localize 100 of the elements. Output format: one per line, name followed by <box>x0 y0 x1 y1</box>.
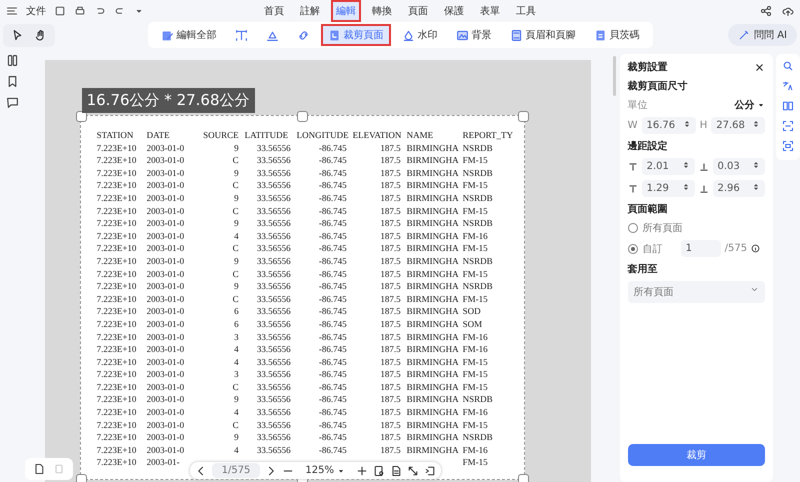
margin-field[interactable]: 2.01 <box>642 158 694 175</box>
bookmark-icon[interactable] <box>6 75 19 88</box>
table-cell-text: 187.5 <box>380 318 402 330</box>
field-label: H <box>700 120 708 131</box>
table-cell: BIRMINGHA <box>406 356 459 368</box>
table-cell: BIRMINGHA <box>406 242 459 255</box>
radio-option[interactable]: 所有頁面 <box>628 221 683 235</box>
width-field[interactable]: 16.76 <box>642 117 696 134</box>
table-cell-text: 9 <box>234 431 240 444</box>
toolbar-button[interactable]: 背景 <box>448 24 498 46</box>
table-cell: FM-16 <box>462 444 488 456</box>
cloud-upload-icon[interactable] <box>782 5 794 17</box>
menu-tab[interactable]: 表單 <box>475 0 505 22</box>
file-menu[interactable]: 文件 <box>26 4 46 18</box>
table-cell: NSRDB <box>462 217 493 230</box>
table-cell-text: 33.56556 <box>256 192 292 205</box>
table-cell: 7.223E+10 <box>96 142 136 154</box>
table-cell-text: 33.56556 <box>256 380 292 394</box>
header-footer-icon <box>510 28 522 42</box>
search-icon[interactable] <box>782 60 794 72</box>
table-cell: FM-15 <box>462 356 488 368</box>
table-cell: 7.223E+10 <box>96 393 136 406</box>
comment-icon[interactable] <box>6 96 19 109</box>
toolbar-button[interactable]: 頁眉和頁腳 <box>502 24 582 46</box>
menu-tab[interactable]: 註解 <box>295 0 325 22</box>
table-cell-text: 33.56556 <box>256 330 292 344</box>
table-cell-text: 3 <box>234 330 240 344</box>
table-cell: BIRMINGHA <box>406 230 459 242</box>
cursor-icon[interactable] <box>11 28 24 42</box>
table-cell-text: 9 <box>234 393 240 406</box>
ocr-icon[interactable] <box>782 140 794 152</box>
menu-tab[interactable]: 保護 <box>439 0 469 22</box>
table-cell-text: -86.745 <box>318 230 348 242</box>
margin-field[interactable]: 1.29 <box>642 180 694 197</box>
page-input-field[interactable]: 1 <box>680 240 721 257</box>
crop-button[interactable]: 裁剪 <box>628 444 766 466</box>
fullscreen-icon[interactable] <box>407 464 420 476</box>
table-cell-text: 9 <box>234 142 240 154</box>
menu-tab[interactable]: 轉換 <box>367 0 397 22</box>
table-cell-text: 33.56556 <box>256 154 292 167</box>
radio-option[interactable]: 自訂 <box>628 242 663 256</box>
table-cell-text: -86.745 <box>318 406 348 419</box>
table-cell-text: 187.5 <box>380 406 402 419</box>
toolbar-button[interactable]: 編輯全部 <box>154 24 224 46</box>
table-cell: BIRMINGHA <box>406 380 459 394</box>
toolbar-button[interactable]: 裁剪頁面 <box>320 24 390 46</box>
table-cell-text: 187.5 <box>380 204 402 218</box>
table-cell: 7.223E+10 <box>96 166 136 180</box>
zoom-dropdown[interactable]: 125% <box>299 464 352 477</box>
print-icon[interactable] <box>74 5 86 17</box>
table-cell-text: 4 <box>234 230 240 242</box>
save-icon[interactable] <box>54 5 66 17</box>
resize-handle[interactable] <box>296 111 308 122</box>
menu-tab[interactable]: 頁面 <box>403 0 433 22</box>
resize-handle[interactable] <box>76 474 87 482</box>
menu-icon[interactable] <box>6 5 18 17</box>
table-cell-text: -86.745 <box>318 368 348 381</box>
scan-icon[interactable] <box>782 120 794 132</box>
resize-handle[interactable] <box>76 111 87 122</box>
table-cell-text: -86.745 <box>318 380 348 394</box>
page-view-icon[interactable] <box>373 464 386 476</box>
thumbnails-icon[interactable] <box>6 54 19 67</box>
compare-icon[interactable] <box>782 100 794 112</box>
translate-icon[interactable] <box>782 80 794 92</box>
table-cell: 7.223E+10 <box>96 380 136 394</box>
column-header: LATITUDE <box>244 129 288 142</box>
menu-tab[interactable]: 編輯 <box>331 0 361 22</box>
table-cell: 2003-01-0 <box>146 393 184 406</box>
apply-dropdown[interactable]: 所有頁面 <box>628 281 766 303</box>
menu-tab[interactable]: 首頁 <box>259 0 289 22</box>
table-cell-text: 187.5 <box>380 330 402 344</box>
table-cell: FM-16 <box>462 343 488 356</box>
close-icon[interactable] <box>754 62 766 72</box>
table-cell-text: 33.56556 <box>256 230 292 242</box>
panel-toggle-icon[interactable] <box>424 464 436 476</box>
table-cell-text: 33.56556 <box>256 356 292 368</box>
share-icon[interactable] <box>760 5 772 17</box>
toolbar-button[interactable]: 水印 <box>394 24 444 46</box>
table-cell: 7.223E+10 <box>96 179 136 192</box>
table-cell: 2003-01-0 <box>146 268 184 280</box>
page-number-field[interactable]: 1/575 <box>212 463 260 478</box>
menu-tab[interactable]: 工具 <box>511 0 541 22</box>
bottom-margin-icon <box>698 162 708 172</box>
margin-field[interactable]: 0.03 <box>712 158 766 175</box>
resize-handle[interactable] <box>518 111 529 122</box>
height-field[interactable]: 27.68 <box>711 117 766 134</box>
undo-icon[interactable] <box>94 5 106 17</box>
redo-icon[interactable] <box>114 5 126 17</box>
page-layout-icon[interactable] <box>390 464 402 476</box>
table-cell: FM-15 <box>462 368 488 381</box>
table-cell: FM-15 <box>462 380 488 394</box>
table-cell: NSRDB <box>462 166 493 180</box>
ai-button[interactable]: 問問 AI <box>728 24 797 46</box>
field-label: W <box>628 120 638 131</box>
table-cell-text: 33.56556 <box>256 179 292 192</box>
unit-dropdown[interactable]: 公分 <box>734 98 766 112</box>
resize-handle[interactable] <box>518 474 529 482</box>
margin-field[interactable]: 2.96 <box>712 180 766 197</box>
toolbar-button[interactable]: 貝茨碼 <box>586 24 646 46</box>
zoom-in-icon[interactable] <box>356 464 368 476</box>
